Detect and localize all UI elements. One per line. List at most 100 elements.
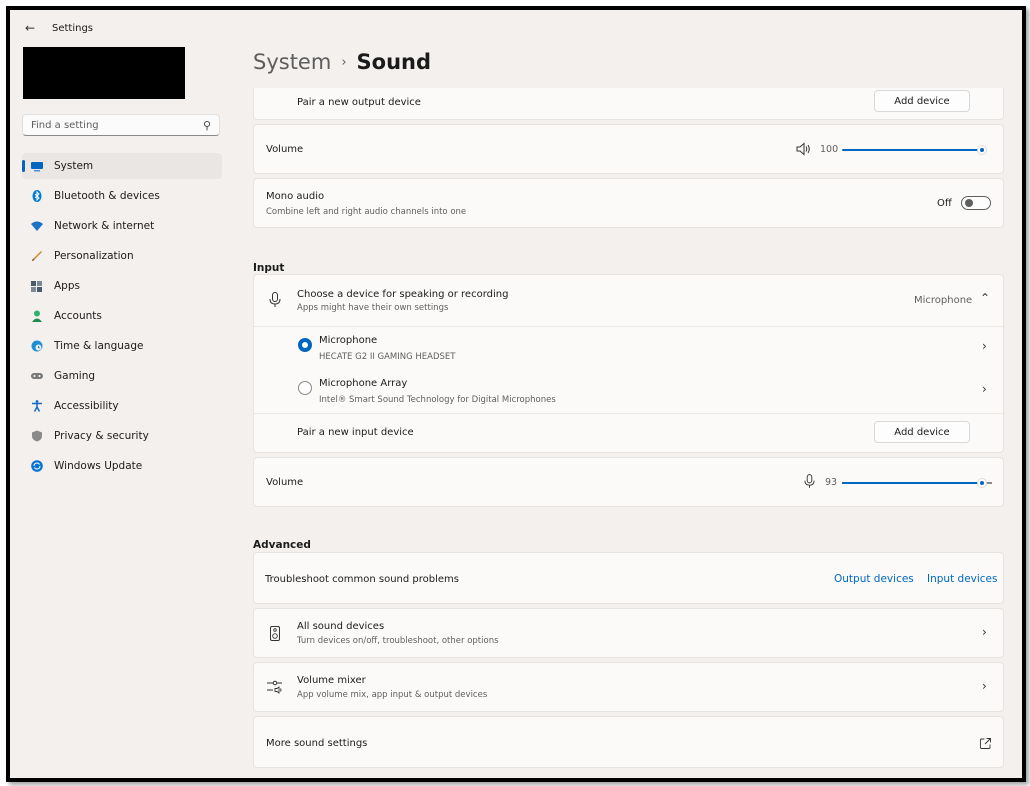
input-devices-link[interactable]: Input devices [927, 573, 998, 585]
page-title: System › Sound [253, 50, 431, 74]
search-input[interactable]: Find a setting ⚲ [22, 114, 220, 136]
divider [254, 413, 1005, 414]
sidebar-item-bluetooth[interactable]: Bluetooth & devices [22, 183, 222, 209]
bluetooth-icon [32, 190, 42, 202]
system-icon [31, 162, 43, 172]
input-section-heading: Input [253, 262, 285, 274]
sidebar-item-accounts[interactable]: Accounts [22, 303, 222, 329]
chevron-up-icon[interactable]: ⌃ [980, 291, 990, 305]
input-volume-thumb[interactable] [976, 478, 987, 488]
output-volume-slider[interactable] [842, 149, 982, 151]
globe-clock-icon [31, 340, 43, 352]
choose-input-value[interactable]: Microphone [914, 295, 972, 306]
sidebar-item-label: Personalization [54, 250, 134, 262]
mono-audio-subtitle: Combine left and right audio channels in… [266, 207, 467, 217]
accessibility-icon [32, 400, 42, 412]
microphone-radio[interactable] [298, 338, 312, 352]
sidebar-item-label: Windows Update [54, 460, 143, 472]
microphone-icon [269, 292, 281, 307]
add-input-device-button[interactable]: Add device [874, 421, 970, 443]
more-sound-settings-label: More sound settings [266, 738, 368, 749]
advanced-section-heading: Advanced [253, 539, 311, 551]
chevron-right-icon[interactable]: › [982, 679, 987, 693]
sidebar-item-label: Accounts [54, 310, 102, 322]
add-output-device-button[interactable]: Add device [874, 90, 970, 112]
input-volume-slider[interactable] [842, 482, 982, 484]
troubleshoot-label: Troubleshoot common sound problems [265, 574, 459, 585]
volume-mixer-row[interactable]: Volume mixer App volume mix, app input &… [253, 662, 1004, 712]
sidebar-item-label: Time & language [54, 340, 144, 352]
all-sound-devices-row[interactable]: All sound devices Turn devices on/off, t… [253, 608, 1004, 658]
sidebar-item-label: Gaming [54, 370, 96, 382]
brush-icon [32, 251, 42, 261]
mono-audio-toggle[interactable] [961, 196, 991, 210]
pair-output-label: Pair a new output device [297, 97, 421, 108]
input-device-detail: Intel® Smart Sound Technology for Digita… [319, 395, 556, 405]
chevron-right-icon[interactable]: › [982, 625, 987, 639]
sidebar-item-system[interactable]: System [22, 153, 222, 179]
sidebar-item-privacy[interactable]: Privacy & security [22, 423, 222, 449]
sidebar-item-label: Network & internet [54, 220, 155, 232]
volume-mixer-icon [267, 680, 282, 694]
pair-input-label: Pair a new input device [297, 427, 414, 438]
sidebar-item-label: Accessibility [54, 400, 119, 412]
back-arrow-icon[interactable]: ← [22, 20, 38, 36]
mono-audio-state: Off [937, 198, 952, 209]
sidebar-item-windows-update[interactable]: Windows Update [22, 453, 222, 479]
sidebar-nav: System Bluetooth & devices Network & int… [22, 153, 222, 483]
input-device-name: Microphone [319, 335, 378, 346]
sidebar-item-gaming[interactable]: Gaming [22, 363, 222, 389]
input-device-detail: HECATE G2 II GAMING HEADSET [319, 352, 456, 362]
input-device-microphone[interactable]: Microphone HECATE G2 II GAMING HEADSET › [254, 327, 1005, 370]
shield-icon [32, 430, 42, 442]
settings-window: ← Settings Find a setting ⚲ System Bluet… [6, 6, 1026, 782]
external-link-icon[interactable] [980, 738, 991, 749]
update-icon [31, 460, 43, 472]
output-volume-value: 100 [820, 144, 839, 155]
title-bar: ← Settings [22, 18, 93, 38]
search-icon[interactable]: ⚲ [203, 119, 211, 132]
input-volume-value: 93 [825, 477, 838, 488]
input-device-card: Choose a device for speaking or recordin… [253, 274, 1005, 453]
speaker-icon[interactable] [796, 142, 812, 156]
all-sound-devices-subtitle: Turn devices on/off, troubleshoot, other… [297, 636, 499, 646]
sidebar-item-label: System [54, 160, 94, 172]
redacted-user-profile [23, 47, 185, 99]
apps-icon [31, 281, 42, 292]
sidebar-item-personalization[interactable]: Personalization [22, 243, 222, 269]
sidebar-item-label: Bluetooth & devices [54, 190, 160, 202]
sidebar-item-apps[interactable]: Apps [22, 273, 222, 299]
search-placeholder: Find a setting [31, 119, 99, 131]
output-volume-label: Volume [266, 144, 304, 155]
output-volume-row: Volume 100 [253, 124, 1004, 174]
microphone-volume-icon[interactable] [804, 474, 815, 489]
breadcrumb-current: Sound [356, 50, 431, 74]
choose-input-title: Choose a device for speaking or recordin… [297, 289, 509, 300]
sidebar-item-time-language[interactable]: Time & language [22, 333, 222, 359]
pair-output-row: Pair a new output device Add device [253, 88, 1004, 120]
input-volume-row: Volume 93 [253, 457, 1004, 507]
input-device-microphone-array[interactable]: Microphone Array Intel® Smart Sound Tech… [254, 370, 1005, 413]
mono-audio-title: Mono audio [266, 191, 325, 202]
accounts-icon [32, 310, 42, 322]
sidebar-item-label: Apps [54, 280, 80, 292]
breadcrumb-system[interactable]: System [253, 50, 331, 74]
sidebar-item-network[interactable]: Network & internet [22, 213, 222, 239]
speaker-device-icon [270, 626, 280, 641]
chevron-right-icon[interactable]: › [982, 339, 987, 353]
input-volume-label: Volume [266, 477, 304, 488]
troubleshoot-row: Troubleshoot common sound problems Outpu… [253, 552, 1004, 604]
volume-mixer-title: Volume mixer [297, 675, 366, 686]
sidebar-item-accessibility[interactable]: Accessibility [22, 393, 222, 419]
output-devices-link[interactable]: Output devices [834, 573, 914, 585]
more-sound-settings-row[interactable]: More sound settings [253, 716, 1004, 768]
window-title: Settings [52, 22, 94, 34]
gamepad-icon [31, 373, 43, 379]
mono-audio-row: Mono audio Combine left and right audio … [253, 178, 1004, 228]
volume-mixer-subtitle: App volume mix, app input & output devic… [297, 690, 488, 700]
microphone-array-radio[interactable] [298, 381, 312, 395]
input-device-name: Microphone Array [319, 378, 408, 389]
chevron-right-icon[interactable]: › [982, 382, 987, 396]
wifi-icon [31, 221, 43, 231]
output-volume-thumb[interactable] [977, 145, 987, 155]
